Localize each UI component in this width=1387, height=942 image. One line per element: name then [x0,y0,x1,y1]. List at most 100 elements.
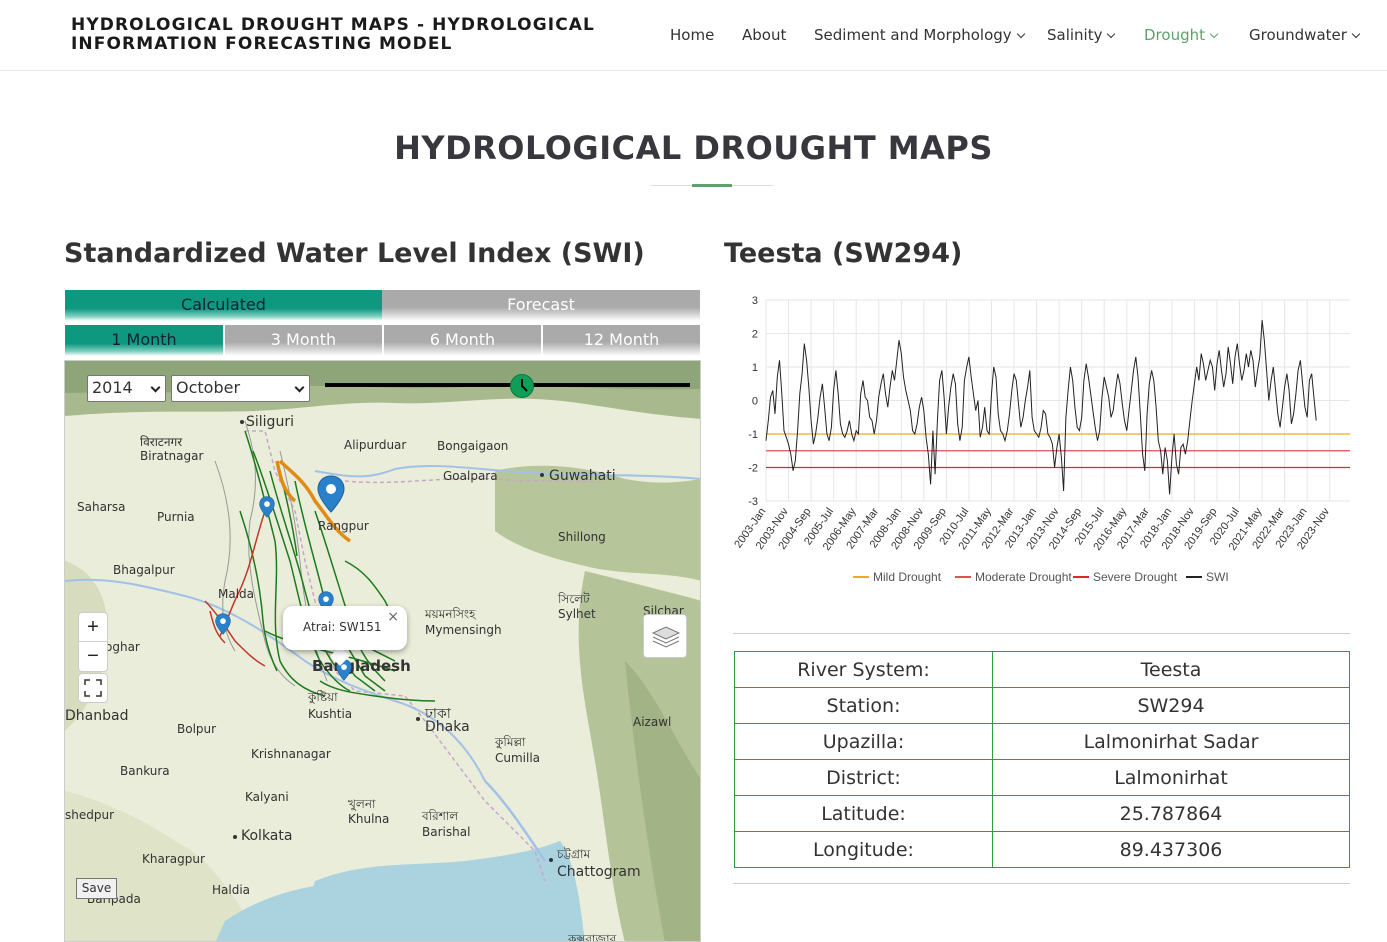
map-label-kushtia-bn: কুষ্টিয়া [308,690,338,704]
zoom-out-button[interactable]: − [78,642,108,672]
city-dot [416,717,420,721]
heading-divider-accent [692,184,732,187]
map-label-kharagpur: Kharagpur [142,852,205,866]
legend-label: SWI [1206,570,1229,584]
station-marker-selected-icon[interactable] [317,475,345,513]
station-marker-icon[interactable] [215,613,231,635]
legend-label: Severe Drought [1093,570,1178,584]
chart-y-tick-label: -2 [748,463,758,475]
info-label: Upazilla: [734,723,993,760]
nav-home[interactable]: Home [670,26,714,44]
map-label-chattogram-bn: চট্টগ্রাম [557,847,591,861]
map-label-kalyani: Kalyani [245,790,289,804]
nav-salinity-label: Salinity [1047,26,1103,44]
map-label-aizawl: Aizawl [633,715,672,729]
tab-12-month[interactable]: 12 Month [542,325,700,356]
station-marker-icon[interactable] [259,496,275,518]
map-label-rangpur: Rangpur [318,519,369,533]
site-title[interactable]: HYDROLOGICAL DROUGHT MAPS - HYDROLOGICAL… [71,16,631,54]
map-label-biratnagar: Biratnagar [140,449,204,463]
map-label-biratnagar-bn: विराटनगर [140,435,183,449]
table-row: River System: Teesta [734,651,1350,688]
nav-about-label: About [742,26,787,44]
tab-3-month[interactable]: 3 Month [224,325,382,356]
table-row: Longitude: 89.437306 [734,831,1350,868]
save-button[interactable]: Save [76,878,117,899]
divider [733,633,1350,634]
divider [733,883,1350,884]
table-row: Latitude: 25.787864 [734,795,1350,832]
map-label-purnia: Purnia [157,510,195,524]
city-dot [240,420,244,424]
table-row: Station: SW294 [734,687,1350,724]
zoom-in-button[interactable]: + [78,612,108,642]
map-label-bangladesh: Bangladesh [312,657,411,675]
tab-calculated[interactable]: Calculated [65,290,382,321]
chart-y-tick-label: 1 [752,362,758,374]
nav-salinity[interactable]: Salinity [1047,26,1116,44]
map-label-malda: Malda [218,587,255,601]
map-label-bongaigaon: Bongaigaon [437,439,509,453]
nav-groundwater-label: Groundwater [1249,26,1347,44]
info-label: Station: [734,687,993,724]
map-label-kolkata: Kolkata [241,828,293,844]
table-row: Upazilla: Lalmonirhat Sadar [734,723,1350,760]
swi-section-title: Standardized Water Level Index (SWI) [64,238,645,269]
map-label-krishnanagar: Krishnanagar [251,747,331,761]
map-label-deoghar: oghar [105,640,140,654]
chevron-down-icon [294,382,305,393]
city-dot [549,858,553,862]
info-value: SW294 [992,687,1350,724]
station-info-table: River System: Teesta Station: SW294 Upazilla… [734,651,1350,868]
layers-icon [651,626,681,648]
map-label-kushtia: Kushtia [308,707,353,721]
fullscreen-button[interactable] [78,673,108,703]
info-value: 89.437306 [992,831,1350,868]
month-select-value: October [176,378,241,397]
chevron-down-icon [1107,29,1116,39]
info-value: Lalmonirhat Sadar [992,723,1350,760]
map-label-siliguri: Siliguri [246,414,294,430]
chevron-down-icon [1016,29,1025,39]
map-label-bolpur: Bolpur [177,722,217,736]
chevron-down-icon [150,382,161,393]
nav-about[interactable]: About [742,26,786,44]
time-slider-track[interactable] [325,383,690,387]
map-label-haldia: Haldia [212,883,251,897]
chevron-down-icon [1209,29,1219,39]
tab-forecast[interactable]: Forecast [382,290,700,321]
map-label-medinipur: shedpur [65,808,115,822]
time-slider-knob-clock-icon[interactable] [510,374,535,398]
site-title-line1: HYDROLOGICAL DROUGHT MAPS - HYDROLOGICAL [71,15,595,35]
nav-sediment-morphology[interactable]: Sediment and Morphology [814,26,1025,44]
nav-drought[interactable]: Drought [1144,26,1219,44]
month-select[interactable]: October [171,375,310,402]
map-label-shillong: Shillong [558,530,606,544]
chart-swi-line [765,320,1317,495]
layers-button[interactable] [643,614,687,658]
city-dot [540,473,544,477]
map-label-coxs-bazar-bn: কক্সবাজার [568,932,617,942]
nav-groundwater[interactable]: Groundwater [1249,26,1361,44]
year-select-value: 2014 [92,378,133,397]
map-label-bhagalpur: Bhagalpur [113,563,175,577]
page-title: HYDROLOGICAL DROUGHT MAPS [394,129,993,167]
popup-text: Atrai: SW151 [303,620,382,634]
info-label: Latitude: [734,795,993,832]
legend-label: Moderate Drought [975,570,1072,584]
info-label: District: [734,759,993,796]
tab-6-month[interactable]: 6 Month [383,325,541,356]
tab-1-month[interactable]: 1 Month [65,325,223,356]
map-label-khulna: Khulna [348,812,390,826]
city-dot [233,835,237,839]
map-label-barishal: Barishal [422,825,471,839]
close-icon[interactable]: × [387,609,399,625]
station-chart-title: Teesta (SW294) [724,238,963,269]
year-select[interactable]: 2014 [87,375,166,402]
site-header: HYDROLOGICAL DROUGHT MAPS - HYDROLOGICAL… [0,0,1387,71]
chart-y-tick-label: 2 [752,329,758,341]
swi-chart-svg: 3210-1-2-32003-Jan2003-Nov2004-Sep2005-J… [732,295,1350,584]
chart-y-tick-label: 0 [752,396,758,408]
chart-y-tick-label: 3 [752,295,758,307]
drought-map[interactable]: 2014 October Siliguri विराटनगर Biratnaga… [64,360,701,942]
